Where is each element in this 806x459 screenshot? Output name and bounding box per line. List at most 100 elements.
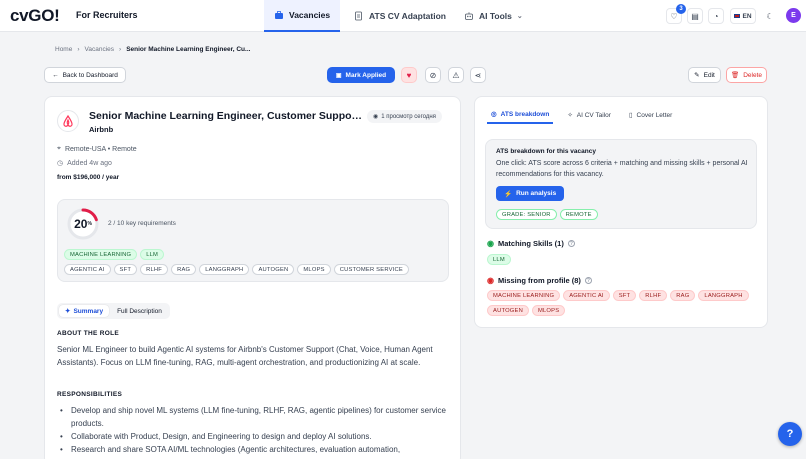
tab-full-description[interactable]: Full Description [111,305,168,317]
tab-label: AI CV Tailor [576,111,611,119]
hide-vacancy-button[interactable]: ⊘ [425,67,441,83]
other-chips: AGENTIC AI SFT RLHF RAG LANGGRAPH AUTOGE… [64,264,412,275]
pencil-icon: ✎ [694,72,700,79]
language-switcher[interactable]: EN [730,8,756,24]
delete-label: Delete [743,71,763,79]
airbnb-logo-icon [63,114,73,127]
company-logo [57,110,79,132]
logo-text: cvGO! [10,6,60,25]
breadcrumb-home[interactable]: Home [55,46,72,53]
mark-applied-label: Mark Applied [345,71,387,79]
list-item: Collaborate with Product, Design, and En… [57,430,449,443]
favorites-count-badge: 3 [676,4,686,14]
run-label: Run analysis [516,190,557,197]
skill-chip: LLM [487,254,511,265]
skill-chip: AUTOGEN [487,305,529,316]
back-to-dashboard-button[interactable]: ← Back to Dashboard [44,67,126,83]
moon-icon: ☾ [766,11,774,21]
share-button[interactable]: ⋖ [470,67,486,83]
run-analysis-button[interactable]: ⚡ Run analysis [496,186,565,201]
missing-heading-text: Missing from profile (8) [497,276,581,285]
edit-button[interactable]: ✎ Edit [688,67,721,83]
ats-breakdown-box: ATS breakdown for this vacancy One click… [485,139,757,229]
tab-summary[interactable]: ✦ Summary [59,305,110,317]
nav-tab-label: ATS CV Adaptation [369,11,446,21]
mark-applied-button[interactable]: ▣ Mark Applied [327,67,395,83]
chevron-down-icon: ⌄ [516,13,523,20]
for-recruiters-link[interactable]: For Recruiters [76,10,138,20]
favorite-toggle-button[interactable]: ♥ [401,67,417,83]
notifications-button[interactable]: ◔ [708,8,724,24]
company-name[interactable]: Airbnb [89,125,113,134]
eye-off-icon: ⊘ [429,70,437,80]
clock-icon: ◷ [57,160,64,167]
tab-label: ATS breakdown [500,110,550,118]
nav-tab-ats-cv-adaptation[interactable]: ATS CV Adaptation [344,0,456,32]
help-icon[interactable]: ? [567,240,575,247]
magic-wand-icon: ✧ [567,112,573,119]
language-code: EN [742,12,752,20]
key-requirements-text: 2 / 10 key requirements [108,220,176,227]
missing-skills-chips: MACHINE LEARNING AGENTIC AI SFT RLHF RAG… [487,290,757,316]
matching-skills-chips: LLM [487,254,757,265]
remote-chip: REMOTE [559,209,598,220]
warning-icon: ⚠ [452,70,460,80]
tab-ai-cv-tailor[interactable]: ✧ AI CV Tailor [563,106,615,124]
favorites-button[interactable]: ♡ 3 [666,4,686,24]
score-value: 20% [66,207,100,241]
document-icon: ▯ [628,112,633,119]
ats-description: One click: ATS score across 6 criteria +… [496,160,748,178]
eye-icon: ◉ [373,114,379,120]
grade-chip: GRADE: SENIOR [496,209,557,220]
skill-chip: RAG [670,290,696,301]
breadcrumb-current: Senior Machine Learning Engineer, Cu... [126,46,251,53]
grade-chips: GRADE: SENIOR REMOTE [496,209,601,220]
help-chat-button[interactable]: ? [778,422,802,446]
tab-ats-breakdown[interactable]: ◎ ATS breakdown [487,106,554,124]
clipboard-button[interactable]: ▤ [687,8,703,24]
skill-chip: MACHINE LEARNING [487,290,561,301]
added-row: ◷ Added 4w ago [57,159,112,168]
salary: from $196,000 / year [57,174,120,181]
briefcase-icon [275,11,283,19]
chevron-right-icon: › [77,46,80,53]
matched-chips: MACHINE LEARNING LLM [64,249,167,260]
skill-chip: SFT [612,290,637,301]
score-number: 20 [74,217,88,231]
question-icon: ? [786,428,794,440]
skill-chip: RLHF [140,264,169,275]
report-button[interactable]: ⚠ [448,67,464,83]
skill-chip: AGENTIC AI [563,290,610,301]
skill-chip: MLOPS [297,264,331,275]
trash-icon: 🗑 [730,72,740,79]
skill-chip: SFT [113,264,138,275]
skill-chip: RLHF [639,290,668,301]
breadcrumb-vacancies[interactable]: Vacancies [85,46,115,53]
skill-chip: AGENTIC AI [64,264,111,275]
app-logo[interactable]: cvGO! [10,6,60,26]
nav-tab-vacancies[interactable]: Vacancies [264,0,341,32]
alert-circle-icon: ◉ [487,276,494,285]
user-avatar[interactable]: E [786,8,801,23]
delete-button[interactable]: 🗑 Delete [726,67,767,83]
share-icon: ⋖ [474,70,482,80]
job-title: Senior Machine Learning Engineer, Custom… [89,110,365,122]
theme-toggle[interactable]: ☾ [762,8,778,24]
top-navigation-bar: cvGO! For Recruiters Vacancies ATS CV Ad… [0,0,806,32]
help-icon[interactable]: ? [584,277,592,284]
tab-cover-letter[interactable]: ▯ Cover Letter [625,106,676,124]
chevron-right-icon: › [119,46,122,53]
robot-icon [465,12,473,20]
matching-skills-heading: ◉ Matching Skills (1) ? [487,239,575,248]
skill-chip: MACHINE LEARNING [64,249,138,260]
views-badge: ◉ 1 просмотр сегодня [367,110,442,123]
nav-tab-ai-tools[interactable]: AI Tools ⌄ [454,0,533,32]
added-text: Added 4w ago [67,159,112,167]
skill-chip: AUTOGEN [252,264,295,275]
views-text: 1 просмотр сегодня [381,113,436,120]
skill-chip: CUSTOMER SERVICE [333,264,409,275]
about-heading: ABOUT THE ROLE [57,330,119,337]
vacancy-card: Senior Machine Learning Engineer, Custom… [44,96,461,459]
briefcase-icon: ▣ [335,72,342,79]
responsibilities-heading: RESPONSIBILITIES [57,391,123,398]
